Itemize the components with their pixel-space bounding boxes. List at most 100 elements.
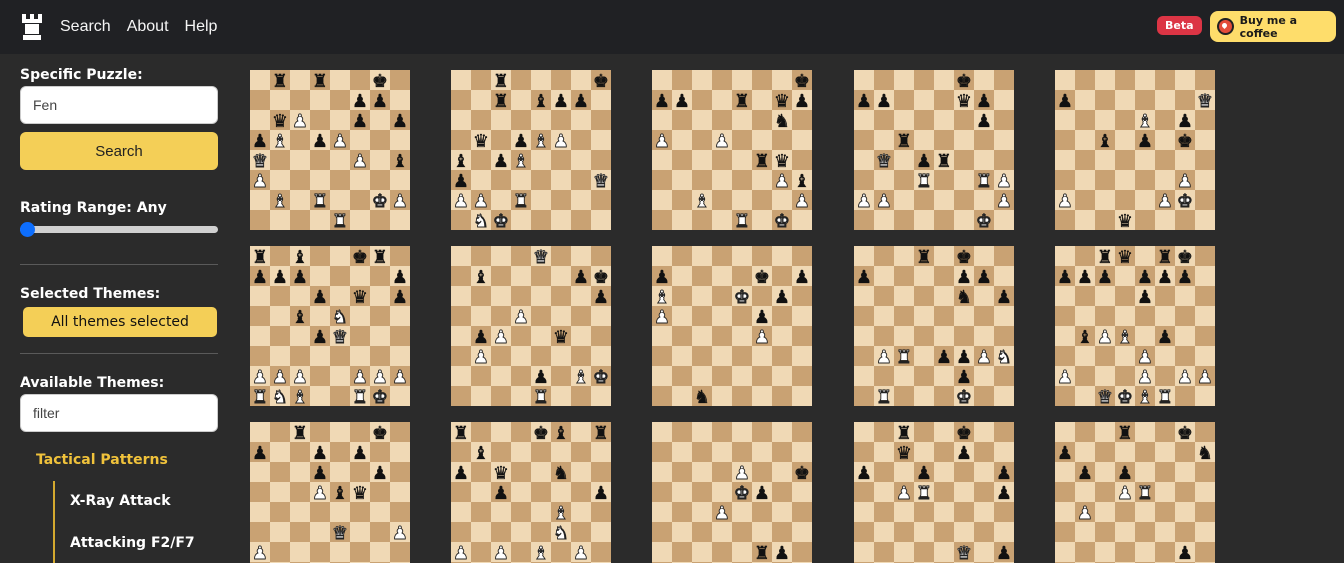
nav-help-link[interactable]: Help — [185, 18, 218, 36]
chessboard-svg: ♟ ♚ ♟♝ ♚ ♟♟ ♟♟♞ — [652, 246, 812, 406]
black-king-icon: ♚ — [593, 71, 609, 92]
puzzle-board[interactable]: ♜♚♛♟♟♟♟♟♜♟♛♟♟♜♟♟ — [854, 422, 1014, 563]
puzzle-board[interactable]: ♜ ♚ ♟ ♟ ♟ ♟ ♟ ♟ ♝ ♛ ♛ ♟ ♟ — [250, 422, 410, 563]
black-rook-icon: ♜ — [896, 131, 912, 152]
black-rook-icon: ♜ — [1157, 247, 1173, 268]
category-tactical-patterns[interactable]: Tactical Patterns — [36, 452, 168, 468]
white-pawn-icon: ♟ — [996, 191, 1012, 212]
white-rook-icon: ♜ — [734, 211, 750, 230]
black-pawn-icon: ♟ — [473, 327, 489, 348]
black-pawn-icon: ♟ — [372, 463, 388, 484]
puzzle-board[interactable]: ♚ ♟ ♟ ♛ ♟ ♟ ♜ ♛ ♟ ♜ ♜ ♜ ♟ ♟ ♟ ♟ ♚ — [854, 70, 1014, 230]
white-queen-icon: ♛ — [956, 543, 972, 563]
white-pawn-icon: ♟ — [372, 367, 388, 388]
black-pawn-icon: ♟ — [1177, 267, 1193, 288]
puzzle-board[interactable]: ♜ ♜ ♚ ♟ ♟ ♛ ♟ ♟ ♟ ♟ ♝ ♟ ♟ ♛ ♟ ♝ ♟ ♝ ♜ ♚ ♟ ♜ — [250, 70, 410, 230]
black-knight-icon: ♞ — [1197, 443, 1213, 464]
white-rook-icon: ♜ — [312, 191, 328, 212]
black-rook-icon: ♜ — [1097, 247, 1113, 268]
slider-thumb[interactable] — [20, 222, 35, 237]
white-pawn-icon: ♟ — [714, 503, 730, 524]
black-pawn-icon: ♟ — [593, 287, 609, 308]
white-rook-icon: ♜ — [252, 387, 268, 406]
black-pawn-icon: ♟ — [976, 111, 992, 132]
black-rook-icon: ♜ — [1117, 423, 1133, 444]
chessboard-svg: ♜ ♝ ♚ ♜♟ ♟ ♟ ♟♟ ♛ ♟♝ ♞♟ ♛♟ ♟ ♟ ♟ ♟ ♟♜ ♞ ♝ ♜ ♚ — [250, 246, 410, 406]
rating-range-label: Rating Range: Any — [20, 200, 167, 216]
black-bishop-icon: ♝ — [453, 151, 469, 172]
white-queen-icon: ♛ — [593, 171, 609, 192]
theme-item-x-ray-attack[interactable]: X-Ray Attack — [70, 493, 171, 509]
black-pawn-icon: ♟ — [493, 483, 509, 504]
puzzle-board[interactable]: ♜♚♟♞♟♟♟♜♟♟♝ — [1055, 422, 1215, 563]
white-pawn-icon: ♟ — [252, 543, 268, 563]
white-rook-icon: ♜ — [1137, 483, 1153, 504]
puzzle-board[interactable]: ♜ ♛ ♜ ♚ ♟ ♟ ♟ ♟ ♟ ♟ ♟ ♝ ♟ ♝ ♟ ♟ ♟ ♟ ♟ ♟ ♛ ♚ ♝ ♜ — [1055, 246, 1215, 406]
coffee-icon — [1217, 18, 1234, 35]
puzzle-board[interactable]: ♚ ♟ ♟ ♜ ♛ ♟ ♞ ♟ ♟ ♜ ♛ ♟ ♝ ♝ ♟ ♜ ♚ — [652, 70, 812, 230]
rook-logo-icon[interactable] — [19, 12, 45, 42]
sidebar: Specific Puzzle: Fen Search Rating Range… — [0, 54, 238, 563]
available-themes-label: Available Themes: — [20, 375, 165, 391]
black-pawn-icon: ♟ — [956, 443, 972, 464]
white-pawn-icon: ♟ — [856, 191, 872, 212]
chessboard-svg: ♜♚♛♟♟♟♟♟♜♟♛♟♟♜♟♟ — [854, 422, 1014, 563]
puzzle-board[interactable]: ♛ ♝ ♟ ♚ ♟ ♟ ♟ ♟ ♛ ♟ ♟ ♝ ♚ ♜ — [451, 246, 611, 406]
black-pawn-icon: ♟ — [312, 327, 328, 348]
puzzle-board[interactable]: ♟ ♚ ♚ ♟ ♟ ♜ ♟ — [652, 422, 812, 563]
black-pawn-icon: ♟ — [352, 111, 368, 132]
white-queen-icon: ♛ — [1097, 387, 1113, 406]
black-pawn-icon: ♟ — [976, 267, 992, 288]
black-pawn-icon: ♟ — [1157, 267, 1173, 288]
chessboard-svg: ♜ ♛ ♜ ♚♟ ♟ ♟ ♟ ♟ ♟♟♝ ♟ ♝ ♟♟♟ ♟ ♟ ♟♛ ♚ ♝ ♜ — [1055, 246, 1215, 406]
black-pawn-icon: ♟ — [573, 267, 589, 288]
white-pawn-icon: ♟ — [976, 347, 992, 368]
white-knight-icon: ♞ — [553, 523, 569, 544]
black-pawn-icon: ♟ — [996, 483, 1012, 504]
black-rook-icon: ♜ — [896, 423, 912, 444]
black-pawn-icon: ♟ — [856, 267, 872, 288]
puzzle-board[interactable]: ♜ ♝ ♚ ♜ ♟ ♟ ♟ ♟ ♟ ♛ ♟ ♝ ♞ ♟ ♛ ♟ ♟ ♟ ♟ ♟ ♟ ♜ ♞ ♝ ♜ ♚ — [250, 246, 410, 406]
specific-puzzle-label: Specific Puzzle: — [20, 67, 143, 83]
theme-filter-input[interactable]: filter — [20, 394, 218, 432]
black-pawn-icon: ♟ — [272, 267, 288, 288]
black-pawn-icon: ♟ — [754, 307, 770, 328]
black-king-icon: ♚ — [1177, 247, 1193, 268]
white-pawn-icon: ♟ — [1177, 171, 1193, 192]
white-bishop-icon: ♝ — [533, 543, 549, 563]
white-pawn-icon: ♟ — [1057, 191, 1073, 212]
nav-about-link[interactable]: About — [127, 18, 169, 36]
puzzle-board[interactable]: ♟ ♛ ♝ ♟ ♝ ♟ ♚ ♟ ♟ ♟ ♚ ♛ — [1055, 70, 1215, 230]
white-king-icon: ♚ — [734, 287, 750, 308]
black-queen-icon: ♛ — [553, 327, 569, 348]
fen-input[interactable]: Fen — [20, 86, 218, 124]
black-knight-icon: ♞ — [956, 287, 972, 308]
search-button[interactable]: Search — [20, 132, 218, 170]
theme-item-attacking-f2-f7[interactable]: Attacking F2/F7 — [70, 535, 195, 551]
black-bishop-icon: ♝ — [794, 171, 810, 192]
puzzle-board[interactable]: ♜ ♚ ♟ ♟ ♟ ♞ ♟ ♟ ♜ ♟ ♟ ♟ ♞ ♟ ♜ ♚ — [854, 246, 1014, 406]
black-king-icon: ♚ — [794, 463, 810, 484]
buy-me-a-coffee-button[interactable]: Buy me a coffee — [1210, 11, 1336, 42]
white-pawn-icon: ♟ — [473, 347, 489, 368]
puzzle-board[interactable]: ♜ ♚ ♜ ♝ ♟ ♟ ♛ ♟ ♝ ♟ ♝ ♟ ♝ ♟ ♛ ♟ ♟ ♜ ♞ ♚ — [451, 70, 611, 230]
black-pawn-icon: ♟ — [252, 267, 268, 288]
black-rook-icon: ♜ — [916, 247, 932, 268]
black-pawn-icon: ♟ — [312, 463, 328, 484]
black-queen-icon: ♛ — [493, 463, 509, 484]
white-rook-icon: ♜ — [533, 387, 549, 406]
selected-themes-label: Selected Themes: — [20, 286, 161, 302]
puzzle-board[interactable]: ♜ ♚ ♝ ♜ ♝ ♟ ♛ ♞ ♟ ♟ ♝ ♞ ♟ ♟ ♝ ♟ — [451, 422, 611, 563]
puzzle-board[interactable]: ♟ ♚ ♟ ♝ ♚ ♟ ♟ ♟ ♟ ♞ — [652, 246, 812, 406]
black-pawn-icon: ♟ — [312, 287, 328, 308]
white-pawn-icon: ♟ — [332, 131, 348, 152]
black-pawn-icon: ♟ — [1177, 111, 1193, 132]
black-rook-icon: ♜ — [936, 151, 952, 172]
black-pawn-icon: ♟ — [774, 287, 790, 308]
rating-range-slider[interactable] — [20, 222, 218, 237]
nav-search-link[interactable]: Search — [60, 18, 111, 36]
white-pawn-icon: ♟ — [573, 543, 589, 563]
white-pawn-icon: ♟ — [252, 367, 268, 388]
white-pawn-icon: ♟ — [654, 307, 670, 328]
all-themes-selected-button[interactable]: All themes selected — [23, 307, 217, 337]
